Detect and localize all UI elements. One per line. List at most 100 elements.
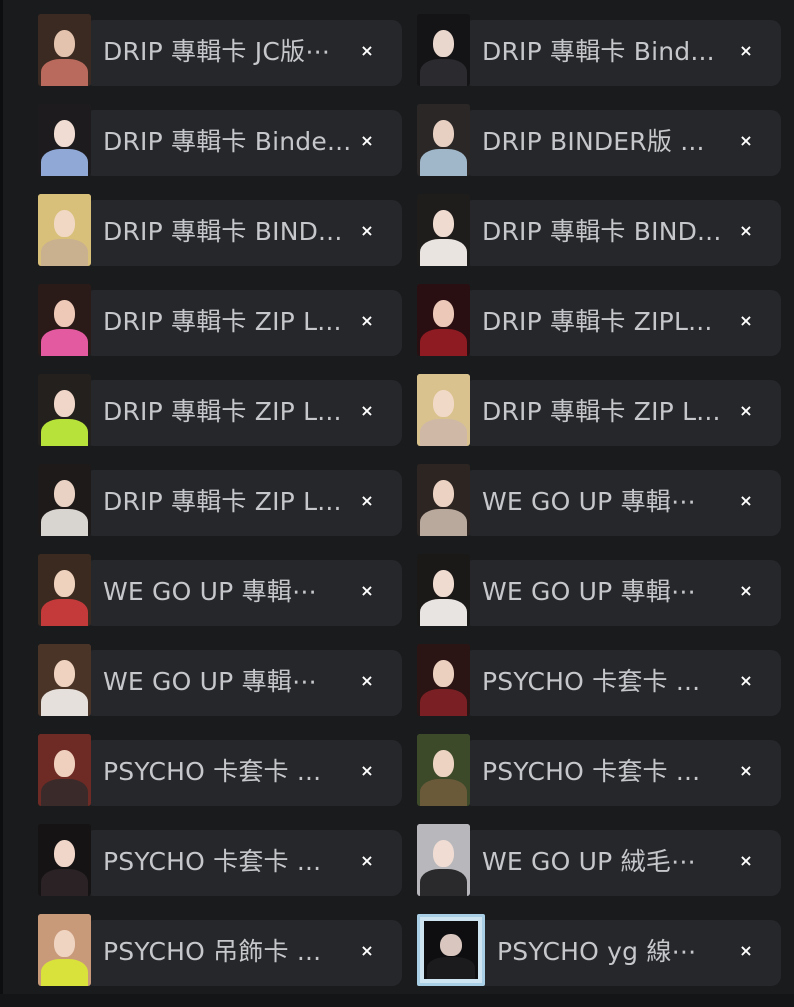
item-chip-19[interactable]: PSYCHO 卡套卡 ... × [38, 824, 402, 896]
close-icon[interactable]: × [737, 942, 755, 960]
thumbnail-image [38, 284, 91, 356]
thumbnail-face [53, 209, 76, 238]
close-icon[interactable]: × [358, 762, 376, 780]
item-chip-2[interactable]: DRIP 專輯卡 Bind... × [417, 14, 781, 86]
chip-label: DRIP 專輯卡 ZIP L... [103, 487, 342, 516]
thumbnail-outfit [40, 148, 89, 176]
item-chip-4[interactable]: DRIP BINDER版 ... × [417, 104, 781, 176]
thumbnail-outfit [40, 58, 89, 86]
item-chip-6[interactable]: DRIP 專輯卡 BIND... × [417, 194, 781, 266]
thumbnail-face [53, 29, 76, 58]
thumbnail-face [432, 659, 455, 688]
thumbnail-image [38, 464, 91, 536]
item-chip-13[interactable]: WE GO UP 專輯⋯ × [38, 554, 402, 626]
item-chip-15[interactable]: WE GO UP 專輯⋯ × [38, 644, 402, 716]
thumbnail-outfit [40, 688, 89, 716]
item-chip-5[interactable]: DRIP 專輯卡 BIND... × [38, 194, 402, 266]
close-icon[interactable]: × [358, 852, 376, 870]
thumbnail-outfit [40, 238, 89, 266]
thumbnail-face [53, 749, 76, 778]
chip-label: PSYCHO 吊飾卡 ... [103, 937, 322, 966]
thumbnail-image [38, 734, 91, 806]
close-icon[interactable]: × [737, 402, 755, 420]
thumbnail-face [432, 569, 455, 598]
thumbnail-outfit [419, 868, 468, 896]
close-icon[interactable]: × [737, 222, 755, 240]
thumbnail-image [417, 824, 470, 896]
chip-label: PSYCHO 卡套卡 ... [103, 847, 322, 876]
close-icon[interactable]: × [358, 402, 376, 420]
chip-label: DRIP 專輯卡 BIND... [482, 217, 722, 246]
thumbnail-outfit [419, 778, 468, 806]
thumbnail-image [38, 104, 91, 176]
close-icon[interactable]: × [358, 312, 376, 330]
window-edge [0, 0, 3, 1007]
item-chip-20[interactable]: WE GO UP 絨毛⋯ × [417, 824, 781, 896]
item-chip-9[interactable]: DRIP 專輯卡 ZIP L... × [38, 374, 402, 446]
thumbnail-image [38, 194, 91, 266]
thumbnail-outfit [40, 328, 89, 356]
close-icon[interactable]: × [358, 582, 376, 600]
thumbnail-image [38, 644, 91, 716]
thumbnail-face [432, 209, 455, 238]
thumbnail-face [53, 569, 76, 598]
chip-label: WE GO UP 絨毛⋯ [482, 847, 697, 876]
item-chip-21[interactable]: PSYCHO 吊飾卡 ... × [38, 914, 402, 986]
chip-label: PSYCHO 卡套卡 ... [482, 757, 701, 786]
item-chip-18[interactable]: PSYCHO 卡套卡 ... × [417, 734, 781, 806]
thumbnail-face [53, 929, 76, 958]
thumbnail-outfit [419, 418, 468, 446]
thumbnail-image [38, 374, 91, 446]
close-icon[interactable]: × [358, 222, 376, 240]
close-icon[interactable]: × [358, 132, 376, 150]
item-chip-11[interactable]: DRIP 專輯卡 ZIP L... × [38, 464, 402, 536]
close-icon[interactable]: × [737, 132, 755, 150]
thumbnail-outfit [40, 958, 89, 986]
close-icon[interactable]: × [358, 672, 376, 690]
close-icon[interactable]: × [737, 312, 755, 330]
thumbnail-face [440, 933, 462, 956]
item-chip-3[interactable]: DRIP 專輯卡 Binde... × [38, 104, 402, 176]
close-icon[interactable]: × [358, 942, 376, 960]
thumbnail-image [417, 914, 485, 986]
close-icon[interactable]: × [737, 672, 755, 690]
thumbnail-photo-inner [424, 921, 478, 979]
thumbnail-outfit [426, 956, 476, 979]
thumbnail-image [417, 104, 470, 176]
close-icon[interactable]: × [737, 492, 755, 510]
close-icon[interactable]: × [737, 582, 755, 600]
item-chip-12[interactable]: WE GO UP 專輯⋯ × [417, 464, 781, 536]
item-chip-14[interactable]: WE GO UP 專輯⋯ × [417, 554, 781, 626]
item-chip-22[interactable]: PSYCHO yg 線⋯ × [417, 914, 781, 986]
close-icon[interactable]: × [358, 42, 376, 60]
footer-strip [0, 994, 794, 1007]
thumbnail-outfit [40, 418, 89, 446]
thumbnail-face [432, 29, 455, 58]
thumbnail-face [432, 479, 455, 508]
item-chip-10[interactable]: DRIP 專輯卡 ZIP L... × [417, 374, 781, 446]
item-chip-17[interactable]: PSYCHO 卡套卡 ... × [38, 734, 402, 806]
item-chip-1[interactable]: DRIP 專輯卡 JC版⋯ × [38, 14, 402, 86]
thumbnail-image [417, 194, 470, 266]
close-icon[interactable]: × [737, 42, 755, 60]
item-chip-8[interactable]: DRIP 專輯卡 ZIPL... × [417, 284, 781, 356]
thumbnail-face [432, 299, 455, 328]
chip-label: DRIP BINDER版 ... [482, 127, 705, 156]
thumbnail-image [38, 554, 91, 626]
thumbnail-image [417, 644, 470, 716]
close-icon[interactable]: × [358, 492, 376, 510]
thumbnail-image [38, 914, 91, 986]
chip-label: DRIP 專輯卡 Bind... [482, 37, 715, 66]
thumbnail-face [432, 119, 455, 148]
thumbnail-outfit [419, 688, 468, 716]
item-chip-16[interactable]: PSYCHO 卡套卡 ... × [417, 644, 781, 716]
thumbnail-face [53, 839, 76, 868]
close-icon[interactable]: × [737, 762, 755, 780]
thumbnail-outfit [40, 778, 89, 806]
chip-label: DRIP 專輯卡 BIND... [103, 217, 343, 246]
thumbnail-face [53, 119, 76, 148]
item-chip-7[interactable]: DRIP 專輯卡 ZIP L... × [38, 284, 402, 356]
thumbnail-outfit [419, 148, 468, 176]
thumbnail-image [417, 284, 470, 356]
close-icon[interactable]: × [737, 852, 755, 870]
